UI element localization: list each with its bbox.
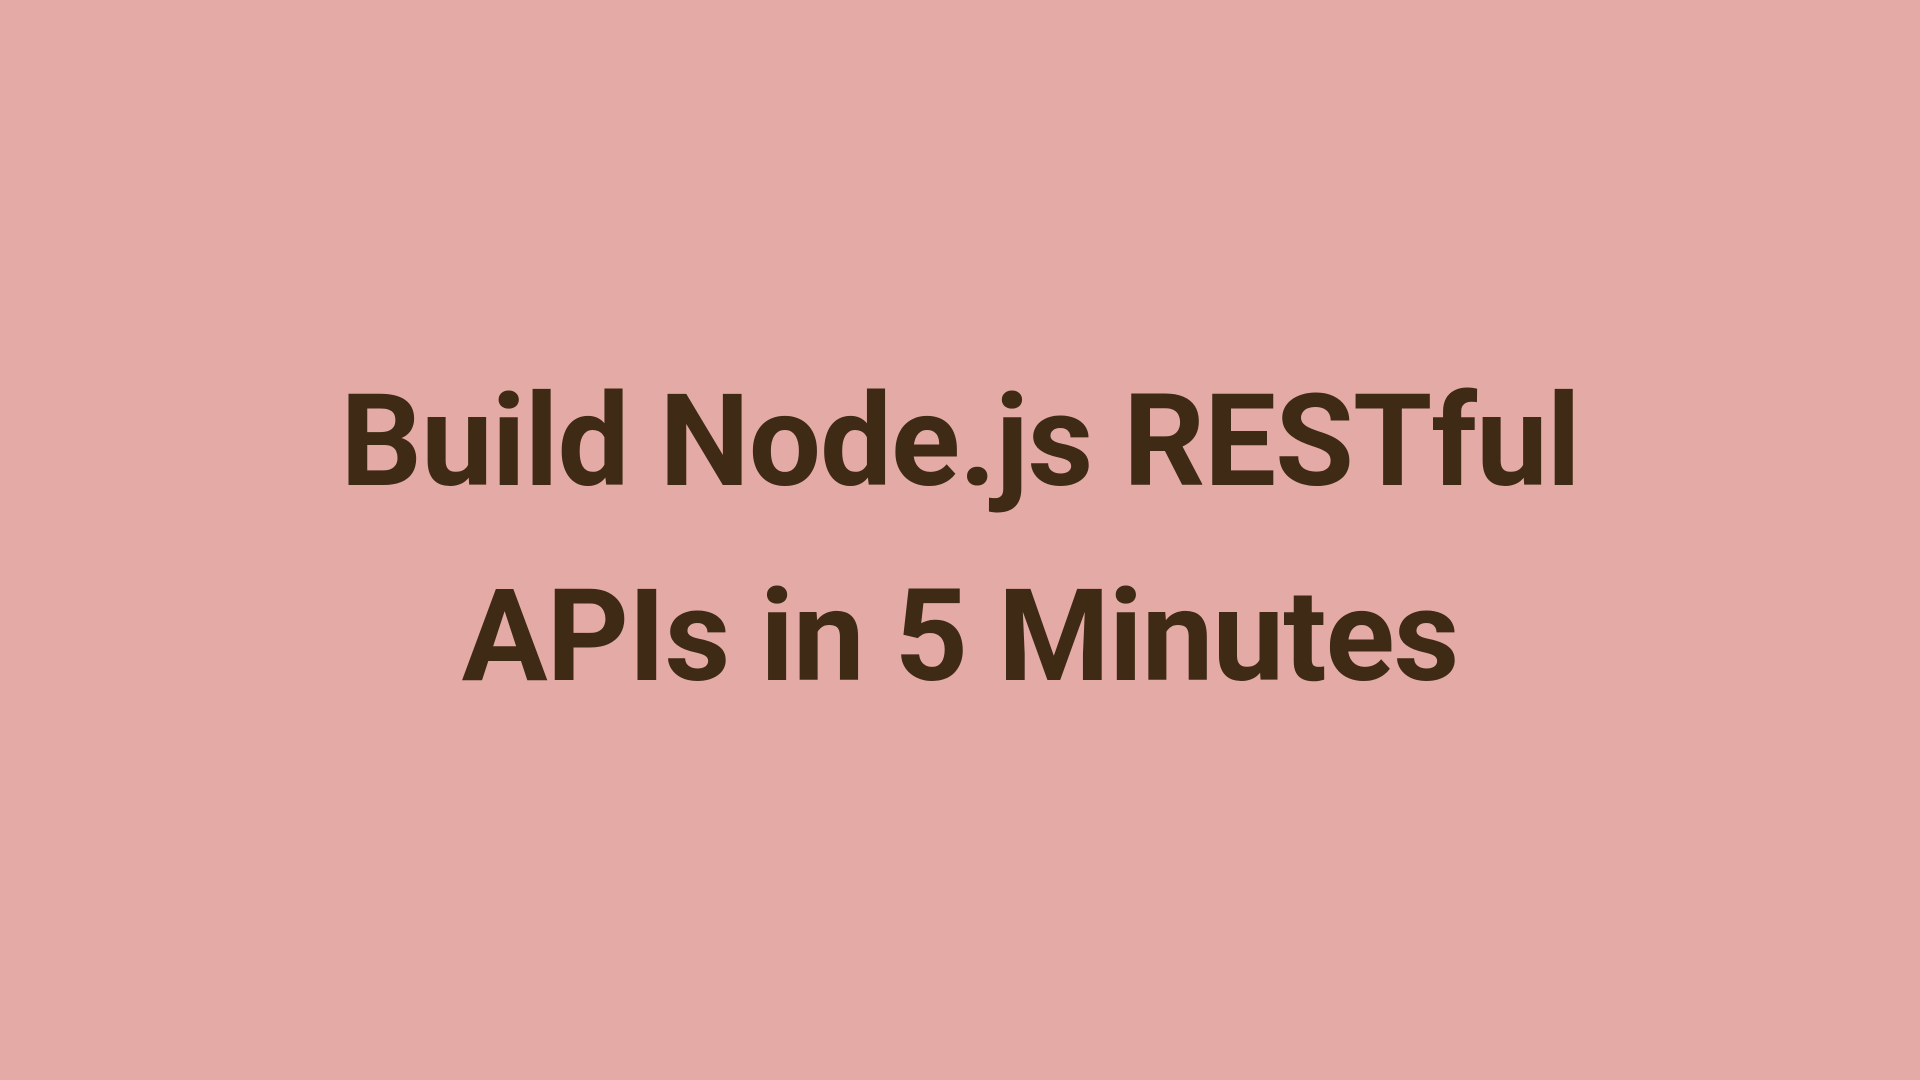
card-title: Build Node.js RESTful APIs in 5 Minutes [280,345,1640,734]
title-card: Build Node.js RESTful APIs in 5 Minutes [0,0,1920,1080]
